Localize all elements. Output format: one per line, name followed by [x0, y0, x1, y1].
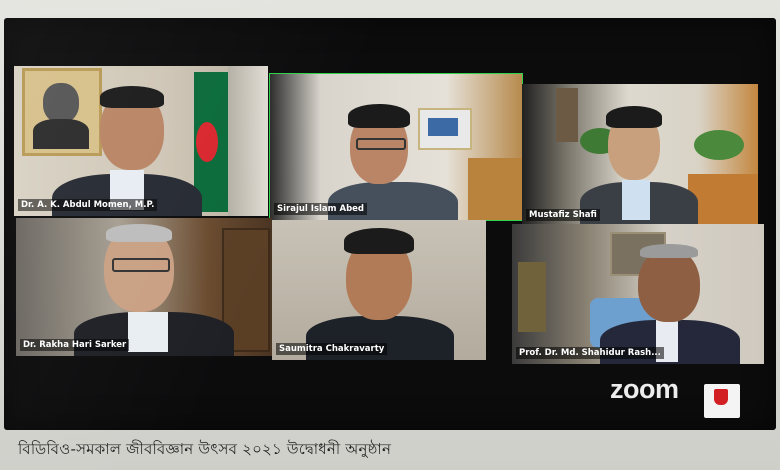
participant-tile-6[interactable]: Prof. Dr. Md. Shahidur Rash... — [512, 224, 764, 364]
plaques — [518, 262, 546, 332]
plants — [694, 130, 744, 160]
portrait-frame — [22, 68, 102, 156]
participant-name: Saumitra Chakravarty — [276, 343, 388, 355]
zoom-logo: zoom — [610, 374, 679, 404]
event-caption: বিডিবিও-সমকাল জীববিজ্ঞান উৎসব ২০২১ উদ্বো… — [18, 440, 392, 458]
zoom-gallery-view: Dr. A. K. Abdul Momen, M.P. Sirajul Isla… — [4, 18, 776, 430]
bookshelf — [556, 88, 578, 142]
participant-name: Dr. Rakha Hari Sarker — [20, 339, 130, 351]
curtain — [228, 66, 268, 216]
participant-tile-1[interactable]: Dr. A. K. Abdul Momen, M.P. — [14, 66, 268, 216]
participant-name: Prof. Dr. Md. Shahidur Rash... — [516, 347, 664, 359]
participant-name: Sirajul Islam Abed — [274, 203, 368, 215]
desk — [688, 174, 758, 226]
participant-tile-4[interactable]: Dr. Rakha Hari Sarker — [16, 218, 272, 356]
participant-tile-2-active-speaker[interactable]: Sirajul Islam Abed — [269, 73, 523, 221]
wall-painting — [418, 108, 472, 150]
participant-tile-5[interactable]: Saumitra Chakravarty — [272, 220, 486, 360]
glasses — [356, 138, 406, 150]
participant-name: Dr. A. K. Abdul Momen, M.P. — [18, 199, 158, 211]
samakal-brand-badge — [704, 384, 740, 418]
glasses — [112, 258, 170, 272]
participant-tile-3[interactable]: Mustafiz Shafi — [522, 84, 758, 226]
cabinet — [468, 158, 522, 220]
brand-logo-icon — [714, 389, 728, 405]
participant-name: Mustafiz Shafi — [526, 209, 600, 221]
